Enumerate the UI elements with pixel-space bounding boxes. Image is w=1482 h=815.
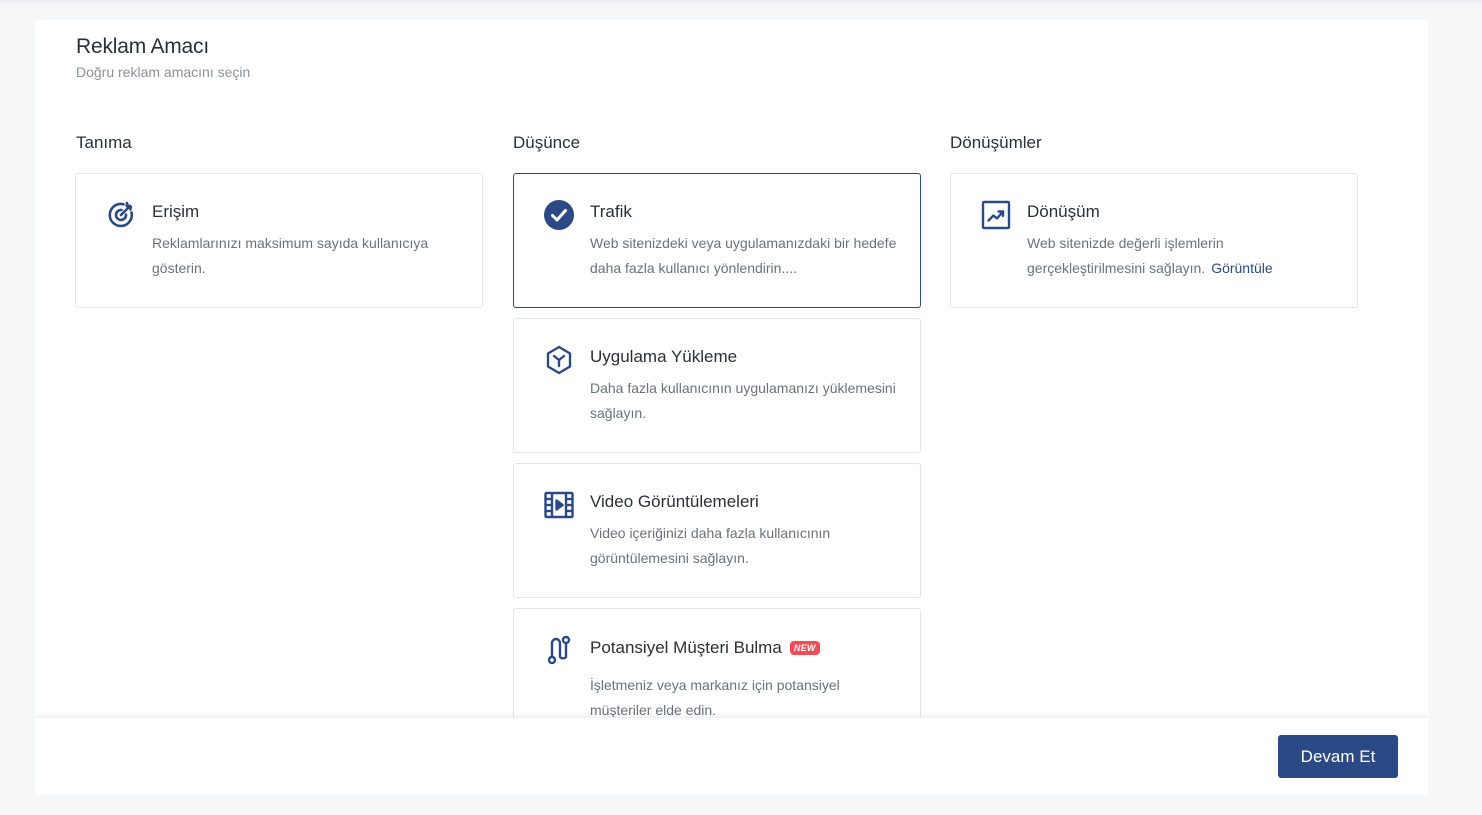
card-description-text: Web sitenizde değerli işlemlerin gerçekl…	[1027, 235, 1224, 276]
top-shadow	[0, 0, 1482, 4]
page-subtitle: Doğru reklam amacını seçin	[76, 64, 251, 80]
page-title: Reklam Amacı	[76, 35, 209, 58]
trending-up-chart-icon	[980, 199, 1012, 231]
view-link[interactable]: Görüntüle	[1211, 260, 1272, 276]
objective-card-reach[interactable]: Erişim Reklamlarınızı maksimum sayıda ku…	[75, 173, 483, 308]
card-title: Potansiyel Müşteri Bulma NEW	[590, 638, 820, 658]
card-description: Video içeriğinizi daha fazla kullanıcını…	[590, 525, 831, 566]
card-title: Uygulama Yükleme	[590, 347, 738, 366]
card-description: Web sitenizde değerli işlemlerin gerçekl…	[1027, 231, 1337, 281]
route-icon	[543, 634, 575, 666]
column-heading-conversions: Dönüşümler	[950, 133, 1042, 152]
column-heading-awareness: Tanıma	[76, 133, 132, 152]
objective-card-app-install[interactable]: Uygulama Yükleme Daha fazla kullanıcının…	[513, 318, 921, 453]
footer-bar: Devam Et	[35, 717, 1428, 795]
card-title: Dönüşüm	[1027, 202, 1100, 221]
objective-card-conversion[interactable]: Dönüşüm Web sitenizde değerli işlemlerin…	[950, 173, 1358, 308]
target-icon	[105, 199, 137, 231]
new-badge: NEW	[789, 641, 820, 655]
objective-card-traffic[interactable]: Trafik Web sitenizdeki veya uygulamanızd…	[513, 173, 921, 308]
video-film-icon	[543, 489, 575, 521]
card-description: Reklamlarınızı maksimum sayıda kullanıcı…	[152, 235, 429, 276]
card-description: Daha fazla kullanıcının uygulamanızı yük…	[590, 380, 896, 421]
card-description: Web sitenizdeki veya uygulamanızdaki bir…	[590, 235, 897, 276]
card-title-text: Potansiyel Müşteri Bulma	[590, 638, 782, 657]
continue-button[interactable]: Devam Et	[1278, 735, 1398, 778]
card-title: Trafik	[590, 202, 632, 221]
card-description: İşletmeniz veya markanız için potansiyel…	[590, 677, 840, 718]
objective-card-video-views[interactable]: Video Görüntülemeleri Video içeriğinizi …	[513, 463, 921, 598]
column-heading-consideration: Düşünce	[513, 133, 581, 152]
card-title: Video Görüntülemeleri	[590, 492, 759, 511]
check-circle-icon	[543, 199, 575, 231]
page-header: Reklam Amacı Doğru reklam amacını seçin	[76, 35, 250, 80]
card-title: Erişim	[152, 202, 200, 221]
ad-objective-panel: Reklam Amacı Doğru reklam amacını seçin …	[35, 20, 1428, 795]
cube-icon	[543, 344, 575, 376]
